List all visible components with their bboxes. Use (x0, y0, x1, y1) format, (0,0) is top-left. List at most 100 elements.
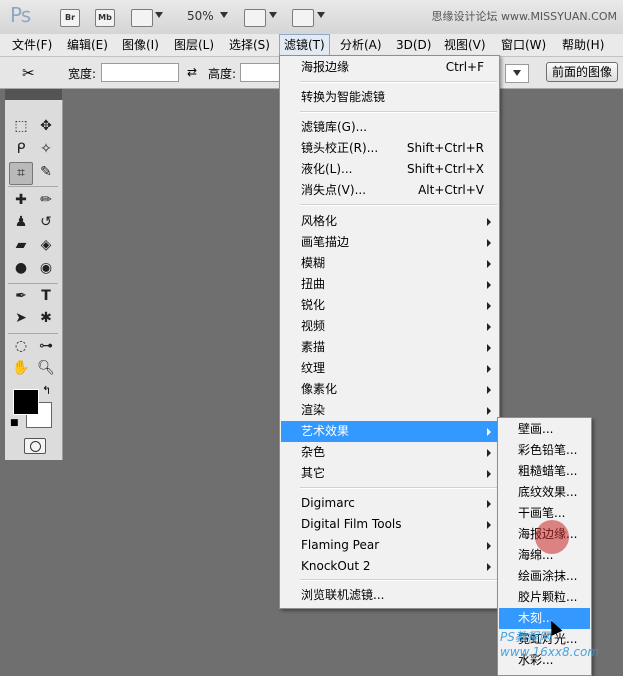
paint-bucket-icon[interactable]: ◈ (35, 235, 57, 256)
menu-item-brush-strokes[interactable]: 画笔描边 (281, 232, 498, 253)
menu-item-render[interactable]: 渲染 (281, 400, 498, 421)
magic-wand-icon[interactable]: ✧ (35, 139, 57, 160)
menu-item-stylize[interactable]: 风格化 (281, 211, 498, 232)
zoom-dropdown-icon[interactable] (220, 12, 228, 18)
lasso-icon[interactable]: ᑭ (10, 139, 32, 160)
swap-colors-icon[interactable]: ↰ (42, 384, 51, 397)
menu-window[interactable]: 窗口(W) (497, 34, 550, 56)
menu-item-convert-smart-filter[interactable]: 转换为智能滤镜 (281, 87, 498, 108)
view-extras-dropdown-icon[interactable] (155, 12, 163, 18)
shape-icon[interactable]: ✱ (35, 308, 57, 329)
arrange-dropdown-icon[interactable] (269, 12, 277, 18)
menu-item-digital-film-tools[interactable]: Digital Film Tools (281, 514, 498, 535)
clone-stamp-icon[interactable]: ♟ (10, 212, 32, 233)
menu-image[interactable]: 图像(I) (118, 34, 163, 56)
default-colors-icon[interactable]: ■ (10, 418, 19, 428)
quick-mask-button[interactable] (24, 438, 46, 454)
view-extras-icon[interactable] (131, 9, 153, 27)
blur-icon[interactable]: ● (10, 258, 32, 279)
path-selection-icon[interactable]: ➤ (10, 308, 32, 329)
menu-analysis[interactable]: 分析(A) (336, 34, 386, 56)
submenu-arrow-icon (487, 542, 491, 550)
submenu-item-underpainting[interactable]: 底纹效果... (499, 482, 590, 503)
healing-brush-icon[interactable]: ✚ (10, 190, 32, 211)
menu-item-artistic[interactable]: 艺术效果 (281, 421, 498, 442)
menu-item-sharpen[interactable]: 锐化 (281, 295, 498, 316)
submenu-arrow-icon (487, 386, 491, 394)
menu-item-browse-filters-online[interactable]: 浏览联机滤镜... (281, 585, 498, 606)
filter-menu-dropdown: 海报边缘 Ctrl+F 转换为智能滤镜 滤镜库(G)... 镜头校正(R)...… (279, 55, 500, 609)
menu-view[interactable]: 视图(V) (440, 34, 490, 56)
menu-filter[interactable]: 滤镜(T) (279, 34, 330, 56)
front-image-button[interactable]: 前面的图像 (545, 62, 618, 82)
hand-icon[interactable]: ✋ (10, 358, 32, 379)
bridge-button[interactable]: Br (60, 9, 80, 27)
menu-item-flaming-pear[interactable]: Flaming Pear (281, 535, 498, 556)
submenu-item-rough-pastels[interactable]: 粗糙蜡笔... (499, 461, 590, 482)
foreground-color-swatch[interactable] (13, 389, 39, 415)
menu-item-lens-correction[interactable]: 镜头校正(R)... Shift+Ctrl+R (281, 138, 498, 159)
zoom-icon[interactable]: 🔍︎ (35, 358, 57, 379)
menu-item-knockout-2[interactable]: KnockOut 2 (281, 556, 498, 577)
zoom-level[interactable]: 50% (187, 9, 214, 23)
menu-help[interactable]: 帮助(H) (558, 34, 608, 56)
application-bar: Ps Br Mb 50% 思缘设计论坛 www.MISSYUAN.COM (0, 0, 623, 35)
menu-item-distort[interactable]: 扭曲 (281, 274, 498, 295)
pen-icon[interactable]: ✒ (10, 286, 32, 307)
history-brush-icon[interactable]: ↺ (35, 212, 57, 233)
screen-mode-icon[interactable] (292, 9, 314, 27)
menu-item-noise[interactable]: 杂色 (281, 442, 498, 463)
menu-item-pixelate[interactable]: 像素化 (281, 379, 498, 400)
submenu-arrow-icon (487, 500, 491, 508)
submenu-item-fresco[interactable]: 壁画... (499, 419, 590, 440)
chevron-down-icon (513, 70, 521, 76)
brush-icon[interactable]: ✏ (35, 190, 57, 211)
marquee-icon[interactable]: ⬚ (10, 116, 32, 137)
menu-item-blur[interactable]: 模糊 (281, 253, 498, 274)
submenu-arrow-icon (487, 563, 491, 571)
menu-item-other[interactable]: 其它 (281, 463, 498, 484)
menu-edit[interactable]: 编辑(E) (63, 34, 112, 56)
submenu-item-colored-pencil[interactable]: 彩色铅笔... (499, 440, 590, 461)
submenu-arrow-icon (487, 344, 491, 352)
menu-select[interactable]: 选择(S) (225, 34, 274, 56)
mini-bridge-button[interactable]: Mb (95, 9, 115, 27)
menu-item-texture[interactable]: 纹理 (281, 358, 498, 379)
submenu-item-film-grain[interactable]: 胶片颗粒... (499, 587, 590, 608)
width-input[interactable] (101, 63, 179, 82)
swap-icon[interactable]: ⇄ (187, 65, 197, 79)
submenu-arrow-icon (487, 239, 491, 247)
tool-panel-header[interactable] (5, 89, 62, 100)
width-label: 宽度: (68, 67, 97, 81)
resolution-unit-select[interactable] (505, 64, 529, 83)
site-watermark: 思缘设计论坛 www.MISSYUAN.COM (431, 10, 617, 23)
photoshop-logo: Ps (10, 3, 31, 27)
type-icon[interactable]: T (35, 286, 57, 307)
menu-item-video[interactable]: 视频 (281, 316, 498, 337)
menu-item-digimarc[interactable]: Digimarc (281, 493, 498, 514)
3d-orbit-icon[interactable]: ⊶ (35, 336, 57, 357)
submenu-item-paint-daubs[interactable]: 绘画涂抹... (499, 566, 590, 587)
screen-mode-dropdown-icon[interactable] (317, 12, 325, 18)
menu-item-sketch[interactable]: 素描 (281, 337, 498, 358)
menu-item-filter-gallery[interactable]: 滤镜库(G)... (281, 117, 498, 138)
eyedropper-icon[interactable]: ✎ (35, 162, 57, 183)
height-input[interactable] (240, 63, 280, 82)
menu-item-last-filter[interactable]: 海报边缘 Ctrl+F (281, 57, 498, 78)
menu-item-liquify[interactable]: 液化(L)... Shift+Ctrl+X (281, 159, 498, 180)
menu-item-vanishing-point[interactable]: 消失点(V)... Alt+Ctrl+V (281, 180, 498, 201)
eraser-icon[interactable]: ▰ (10, 235, 32, 256)
height-label: 高度: (208, 67, 237, 81)
menu-3d[interactable]: 3D(D) (392, 34, 435, 56)
seal-watermark (535, 520, 569, 554)
submenu-arrow-icon (487, 281, 491, 289)
menu-file[interactable]: 文件(F) (8, 34, 56, 56)
crop-icon[interactable]: ⌗ (9, 162, 33, 185)
submenu-item-cutout[interactable]: 木刻... (499, 608, 590, 629)
crop-icon[interactable]: ✂ (22, 64, 35, 82)
dodge-icon[interactable]: ◉ (35, 258, 57, 279)
arrange-documents-icon[interactable] (244, 9, 266, 27)
menu-layer[interactable]: 图层(L) (170, 34, 218, 56)
move-icon[interactable]: ✥ (35, 116, 57, 137)
3d-rotate-icon[interactable]: ◌ (10, 336, 32, 357)
